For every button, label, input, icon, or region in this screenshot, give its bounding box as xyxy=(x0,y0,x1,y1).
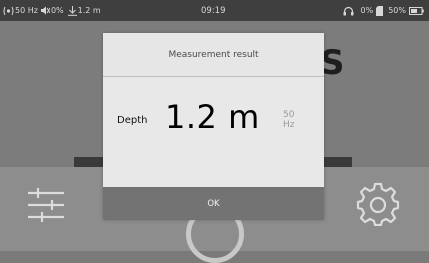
depth-value: 1.2 m xyxy=(165,98,260,136)
signal-icon xyxy=(3,6,14,16)
sliders-button[interactable] xyxy=(24,185,68,229)
status-volume: 0% xyxy=(50,6,64,15)
frequency-readout: 50 Hz xyxy=(283,110,295,130)
frequency-value: 50 xyxy=(283,110,295,120)
dialog-title: Measurement result xyxy=(168,49,259,60)
status-bar: 50 Hz 0% 1.2 m 09:19 0% 50% xyxy=(0,0,429,21)
headphones-icon xyxy=(343,6,354,16)
app-screen: 50 Hz 0% 1.2 m 09:19 0% 50% S Measuremen… xyxy=(0,0,429,263)
status-depth: 1.2 m xyxy=(77,6,101,15)
dialog-header: Measurement result xyxy=(103,33,324,77)
status-right-group: 0% 50% xyxy=(343,0,424,21)
status-left-group: 50 Hz 0% 1.2 m xyxy=(3,0,101,21)
settings-button[interactable] xyxy=(355,182,401,230)
status-frequency: 50 Hz xyxy=(15,6,38,15)
depth-icon xyxy=(67,5,77,16)
battery-icon xyxy=(409,6,424,15)
measurement-result-dialog: Measurement result Depth 1.2 m 50 Hz OK xyxy=(103,33,324,220)
frequency-unit: Hz xyxy=(283,120,295,130)
status-battery: 50% xyxy=(388,6,406,15)
sd-card-icon xyxy=(376,5,384,16)
dialog-body: Depth 1.2 m 50 Hz xyxy=(103,77,324,187)
status-headphone-volume: 0% xyxy=(360,6,374,15)
depth-label: Depth xyxy=(117,115,148,126)
gear-icon xyxy=(356,182,400,230)
sliders-icon xyxy=(26,187,66,227)
ok-button[interactable]: OK xyxy=(103,187,324,220)
speaker-icon xyxy=(40,6,50,15)
status-time: 09:19 xyxy=(201,5,226,16)
